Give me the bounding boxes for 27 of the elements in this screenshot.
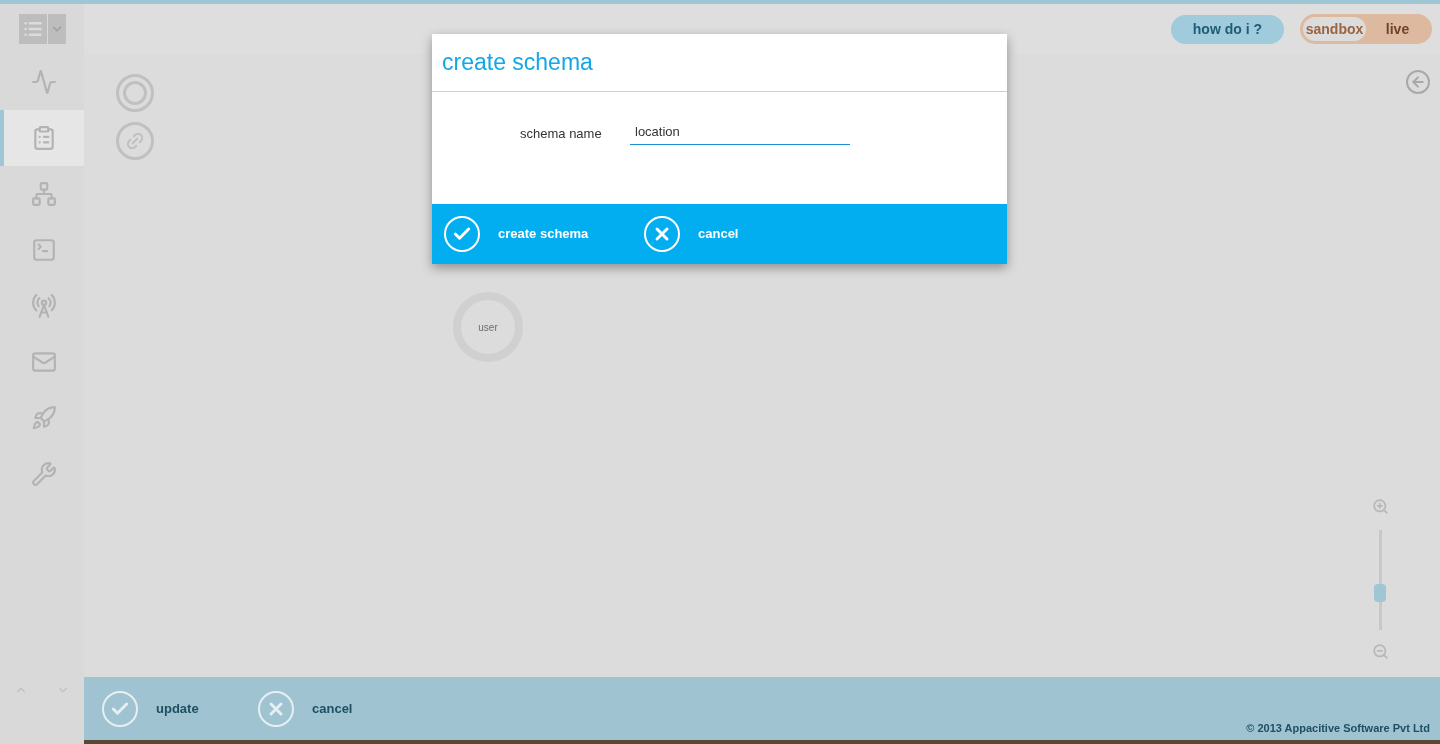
envelope-icon (31, 349, 57, 375)
rocket-icon (31, 405, 57, 431)
slider-thumb[interactable] (1374, 584, 1386, 602)
dialog-action-button[interactable]: create schema (444, 216, 644, 252)
hierarchy-icon (31, 181, 57, 207)
zoom-in-icon[interactable] (1372, 498, 1389, 515)
menu-button[interactable] (18, 14, 66, 44)
dialog-action-button[interactable]: cancel (644, 216, 844, 252)
environment-option[interactable]: live (1366, 17, 1429, 41)
copyright-text: © 2013 Appacitive Software Pvt Ltd (1246, 720, 1430, 736)
help-button[interactable]: how do i ? (1170, 14, 1284, 44)
list-icon (22, 19, 43, 39)
link-icon[interactable] (116, 122, 154, 160)
terminal-icon (31, 237, 57, 263)
environment-option[interactable]: sandbox (1303, 17, 1366, 41)
schema-node[interactable]: user (453, 292, 523, 362)
ring-icon[interactable] (116, 74, 154, 112)
schema-name-field[interactable]: location (630, 122, 850, 145)
dialog-title: create schema (442, 48, 593, 78)
zoom-out-icon[interactable] (1372, 643, 1389, 660)
field-label: schema name (520, 125, 603, 143)
footer-action-button[interactable]: update (102, 690, 258, 727)
sidebar-item[interactable] (0, 110, 84, 166)
pulse-icon (31, 69, 57, 95)
tools-icon (31, 461, 57, 487)
footer-action-button[interactable]: cancel (258, 690, 414, 727)
antenna-icon (31, 293, 57, 319)
